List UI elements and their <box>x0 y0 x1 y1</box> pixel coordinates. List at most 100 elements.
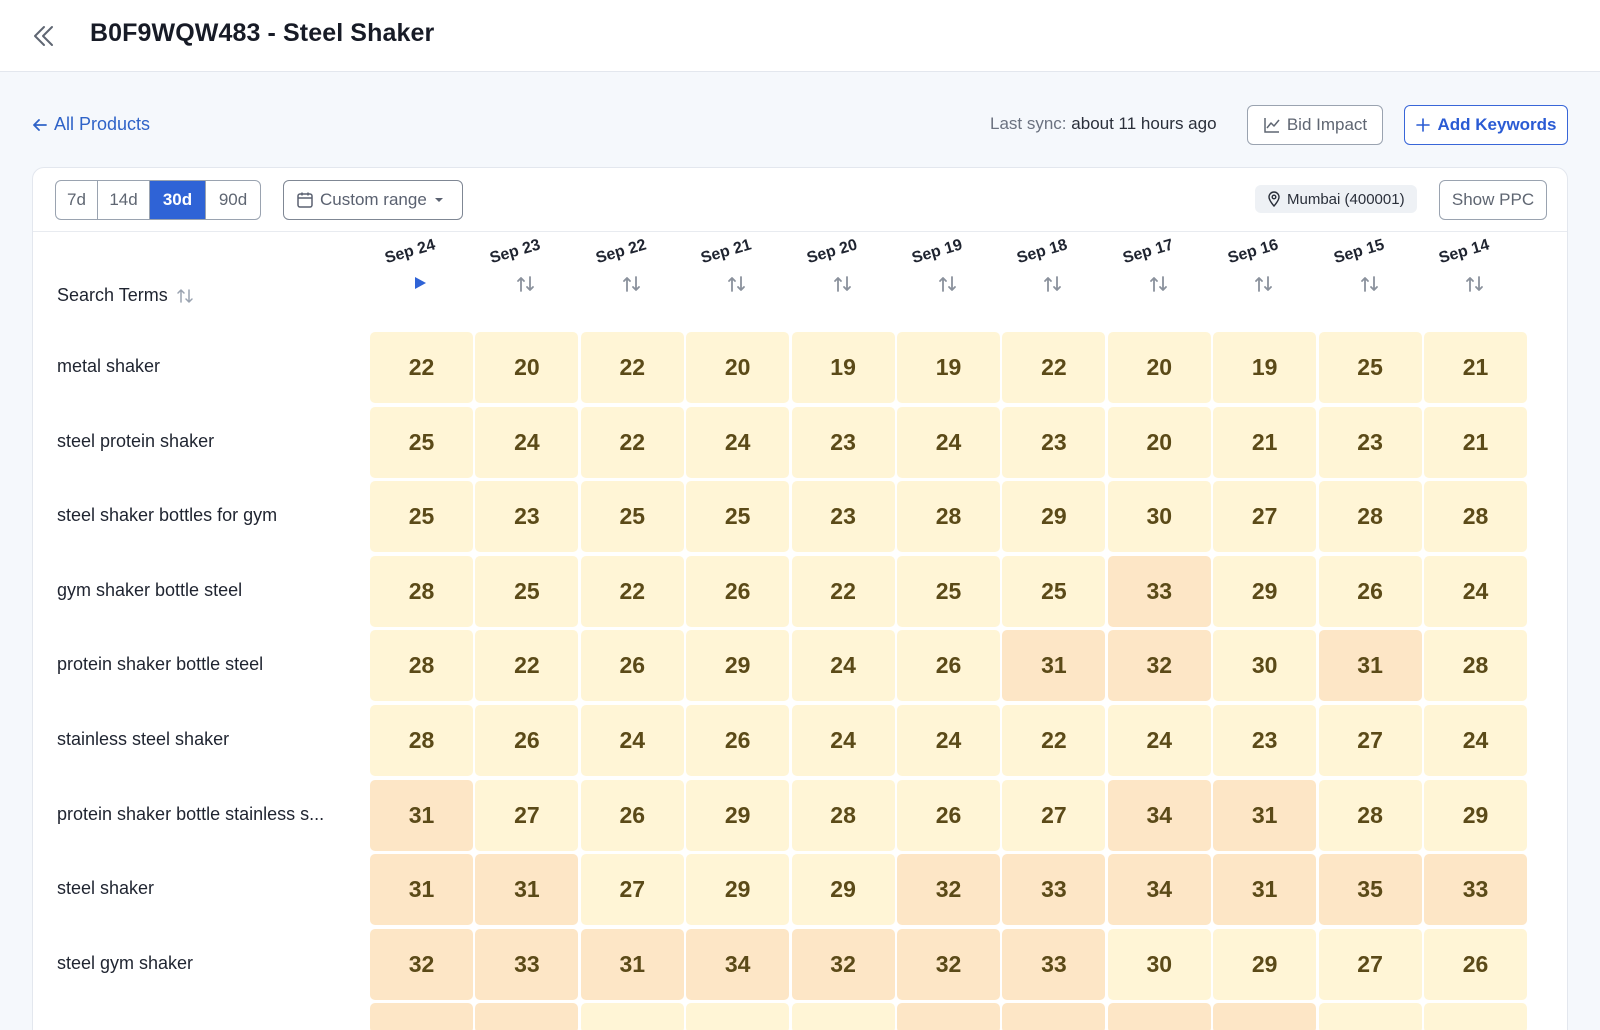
rank-cell[interactable]: 27 <box>1002 779 1106 851</box>
date-column-header[interactable]: Sep 15 <box>1319 236 1419 298</box>
rank-cell[interactable]: 24 <box>897 705 1000 776</box>
rank-cell[interactable]: 28 <box>791 779 895 851</box>
rank-cell[interactable]: 19 <box>897 332 1000 403</box>
rank-cell[interactable]: 23 <box>1318 406 1422 478</box>
rank-cell[interactable]: 32 <box>1107 630 1211 702</box>
rank-cell[interactable]: 26 <box>1424 928 1527 1000</box>
sort-icon[interactable] <box>1148 274 1170 294</box>
rank-cell[interactable]: 29 <box>1213 555 1317 627</box>
rank-cell[interactable]: 23 <box>1213 705 1317 776</box>
rank-cell[interactable]: 29 <box>686 854 790 926</box>
rank-cell[interactable]: 29 <box>1002 481 1106 553</box>
rank-cell[interactable]: 22 <box>580 406 684 478</box>
rank-cell[interactable]: 22 <box>1002 332 1106 403</box>
date-column-header[interactable]: Sep 17 <box>1108 236 1208 298</box>
bid-impact-button[interactable]: Bid Impact <box>1247 105 1383 145</box>
rank-cell[interactable]: 25 <box>370 406 473 478</box>
rank-cell[interactable]: 20 <box>1107 332 1211 403</box>
rank-cell[interactable]: 28 <box>370 555 473 627</box>
rank-cell[interactable]: 22 <box>791 555 895 627</box>
rank-cell[interactable]: 29 <box>1213 928 1317 1000</box>
rank-cell[interactable]: 26 <box>475 705 579 776</box>
range-7d[interactable]: 7d <box>56 181 98 219</box>
rank-cell[interactable]: 28 <box>1424 630 1527 702</box>
rank-cell[interactable]: 24 <box>791 705 895 776</box>
rank-cell[interactable]: 33 <box>1002 928 1106 1000</box>
rank-cell[interactable]: 30 <box>1213 630 1317 702</box>
rank-cell[interactable]: 19 <box>791 332 895 403</box>
rank-cell[interactable]: 35 <box>1318 854 1422 926</box>
rank-cell[interactable]: 33 <box>1107 555 1211 627</box>
rank-cell[interactable]: 27 <box>1318 928 1422 1000</box>
date-column-header[interactable]: Sep 18 <box>1002 236 1102 298</box>
sort-icon[interactable] <box>1042 274 1064 294</box>
rank-cell[interactable]: 26 <box>686 705 790 776</box>
rank-cell[interactable]: 21 <box>1213 406 1317 478</box>
rank-cell[interactable]: 33 <box>1424 854 1527 926</box>
date-column-header[interactable]: Sep 22 <box>581 236 681 298</box>
rank-cell[interactable]: 25 <box>1002 555 1106 627</box>
rank-cell[interactable]: 31 <box>1318 630 1422 702</box>
sort-icon[interactable] <box>621 274 643 294</box>
rank-cell[interactable]: 33 <box>1002 854 1106 926</box>
rank-cell[interactable]: 30 <box>1107 928 1211 1000</box>
rank-cell[interactable]: 31 <box>1213 779 1317 851</box>
date-column-header[interactable]: Sep 20 <box>792 236 892 298</box>
rank-cell[interactable]: 31 <box>1002 630 1106 702</box>
custom-range-dropdown[interactable]: Custom range <box>283 180 463 220</box>
rank-cell[interactable]: 21 <box>1424 332 1527 403</box>
rank-cell[interactable]: 29 <box>791 854 895 926</box>
rank-cell[interactable]: 26 <box>580 779 684 851</box>
rank-cell[interactable]: 22 <box>1002 705 1106 776</box>
range-90d[interactable]: 90d <box>206 181 260 219</box>
rank-cell[interactable]: 22 <box>580 555 684 627</box>
rank-cell[interactable]: 31 <box>370 854 473 926</box>
rank-cell[interactable]: 30 <box>1107 481 1211 553</box>
rank-cell[interactable]: 23 <box>1002 406 1106 478</box>
rank-cell[interactable]: 24 <box>1424 705 1527 776</box>
sort-icon[interactable] <box>937 274 959 294</box>
all-products-link[interactable]: All Products <box>32 114 150 135</box>
rank-cell[interactable]: 31 <box>475 854 579 926</box>
rank-cell[interactable]: 20 <box>1107 406 1211 478</box>
date-column-header[interactable]: Sep 24 <box>370 236 470 298</box>
date-column-header[interactable]: Sep 16 <box>1213 236 1313 298</box>
rank-cell[interactable]: 28 <box>1424 481 1527 553</box>
rank-cell[interactable]: 25 <box>475 555 579 627</box>
rank-cell[interactable]: 32 <box>791 928 895 1000</box>
rank-cell[interactable]: 34 <box>1107 854 1211 926</box>
rank-cell[interactable]: 23 <box>791 406 895 478</box>
rank-cell[interactable]: 33 <box>475 928 579 1000</box>
rank-cell[interactable]: 21 <box>1424 406 1527 478</box>
rank-cell[interactable]: 28 <box>1318 779 1422 851</box>
rank-cell[interactable]: 24 <box>1107 705 1211 776</box>
rank-cell[interactable]: 23 <box>475 481 579 553</box>
rank-cell[interactable]: 26 <box>1318 555 1422 627</box>
rank-cell[interactable]: 19 <box>1213 332 1317 403</box>
sort-icon[interactable] <box>515 274 537 294</box>
rank-cell[interactable]: 26 <box>897 779 1000 851</box>
sort-icon[interactable] <box>1359 274 1381 294</box>
rank-cell[interactable]: 34 <box>686 928 790 1000</box>
rank-cell[interactable]: 32 <box>897 928 1000 1000</box>
rank-cell[interactable]: 22 <box>580 332 684 403</box>
rank-cell[interactable]: 25 <box>686 481 790 553</box>
sort-asc-icon[interactable] <box>410 274 432 294</box>
rank-cell[interactable]: 25 <box>1318 332 1422 403</box>
rank-cell[interactable]: 27 <box>580 854 684 926</box>
sort-icon[interactable] <box>726 274 748 294</box>
search-terms-header[interactable]: Search Terms <box>57 285 194 306</box>
rank-cell[interactable]: 24 <box>897 406 1000 478</box>
rank-cell[interactable]: 24 <box>475 406 579 478</box>
rank-cell[interactable]: 26 <box>897 630 1000 702</box>
range-30d[interactable]: 30d <box>150 181 206 219</box>
rank-cell[interactable]: 25 <box>580 481 684 553</box>
rank-cell[interactable]: 34 <box>1107 779 1211 851</box>
show-ppc-button[interactable]: Show PPC <box>1439 180 1547 220</box>
rank-cell[interactable]: 29 <box>1424 779 1527 851</box>
rank-cell[interactable]: 20 <box>686 332 790 403</box>
rank-cell[interactable]: 32 <box>897 854 1000 926</box>
rank-cell[interactable]: 27 <box>1318 705 1422 776</box>
rank-cell[interactable]: 31 <box>370 779 473 851</box>
rank-cell[interactable]: 28 <box>1318 481 1422 553</box>
